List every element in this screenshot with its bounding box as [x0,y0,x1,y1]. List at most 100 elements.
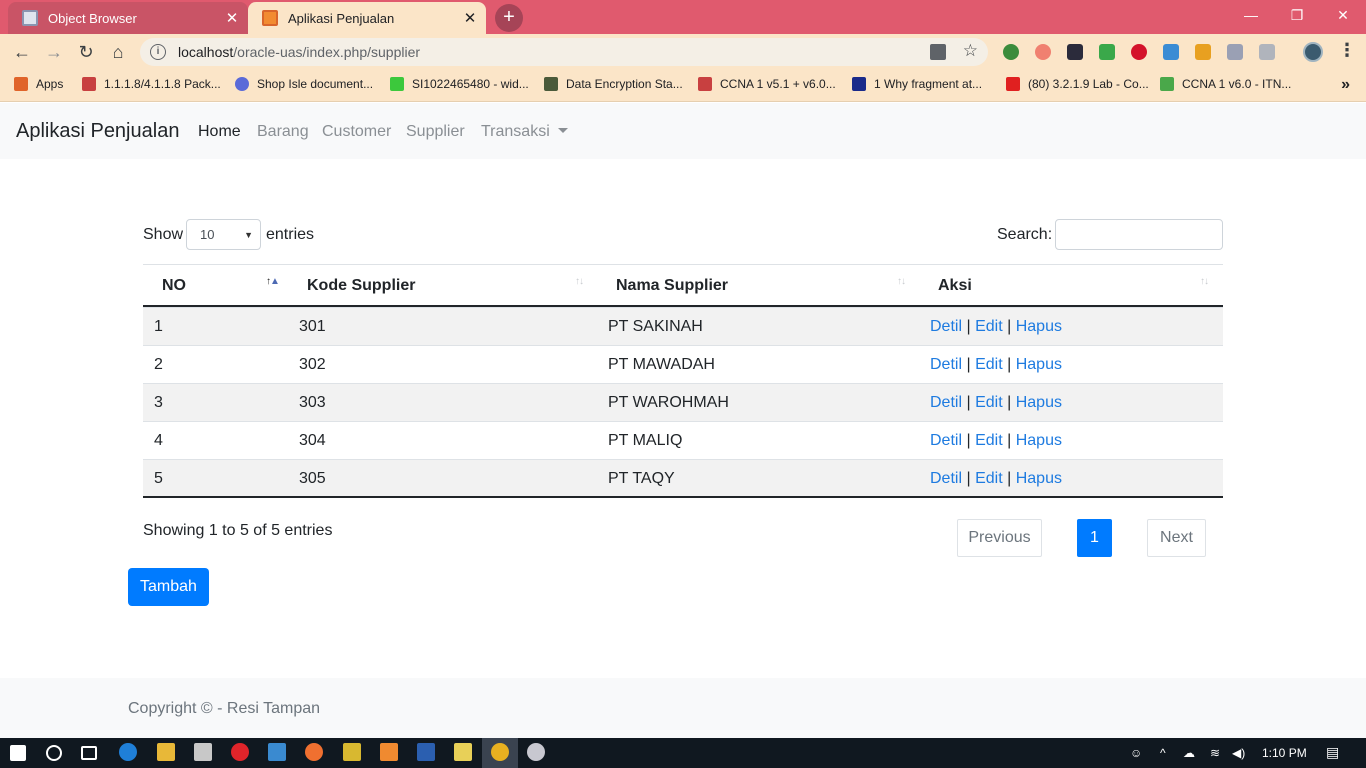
nav-transaksi-dropdown[interactable]: Transaksi [481,123,568,141]
task-view-icon[interactable] [81,746,97,760]
cell-nama: PT SAKINAH [608,318,703,335]
nav-supplier[interactable]: Supplier [406,123,465,141]
more-bookmarks-icon[interactable]: » [1341,76,1350,94]
extension-globe-icon[interactable] [1003,44,1019,60]
bookmark-item[interactable]: CCNA 1 v6.0 - ITN... [1160,77,1291,91]
virtualbox-icon[interactable] [268,743,286,761]
detil-link[interactable]: Detil [930,394,962,411]
tab-object-browser[interactable]: Object Browser ✕ [8,2,248,34]
minimize-icon[interactable]: — [1228,0,1274,30]
bookmark-star-icon[interactable]: ☆ [963,41,978,61]
volume-icon[interactable]: ◀) [1232,746,1245,760]
forward-arrow-icon[interactable]: → [40,38,68,66]
store-icon[interactable] [194,743,212,761]
previous-button[interactable]: Previous [957,519,1042,557]
hapus-link[interactable]: Hapus [1016,394,1062,411]
restore-icon[interactable]: ❐ [1274,0,1320,30]
hapus-link[interactable]: Hapus [1016,318,1062,335]
bookmark-item[interactable]: Shop Isle document... [235,77,373,91]
nav-home[interactable]: Home [198,123,241,141]
bookmark-label: Data Encryption Sta... [566,77,683,91]
bookmark-item[interactable]: Data Encryption Sta... [544,77,683,91]
new-tab-button[interactable]: + [495,4,523,32]
onedrive-cloud-icon[interactable]: ☁ [1183,746,1195,760]
app-yellow-icon[interactable] [343,743,361,761]
extension-stop-icon[interactable] [1131,44,1147,60]
bookmark-label: Shop Isle document... [257,77,374,91]
nav-customer[interactable]: Customer [322,123,391,141]
search-input[interactable] [1055,219,1223,250]
bookmark-item[interactable]: 1.1.1.8/4.1.1.8 Pack... [82,77,221,91]
column-header-kode[interactable]: Kode Supplier [307,277,415,295]
detil-link[interactable]: Detil [930,356,962,373]
edit-link[interactable]: Edit [975,318,1003,335]
extension-question-icon[interactable] [1227,44,1243,60]
extension-color-icon[interactable] [1195,44,1211,60]
profile-avatar[interactable] [1303,42,1323,62]
detil-link[interactable]: Detil [930,318,962,335]
window-close-icon[interactable]: ✕ [1320,0,1366,30]
bookmark-apps[interactable]: Apps [14,77,63,91]
nav-barang[interactable]: Barang [257,123,309,141]
bookmark-item[interactable]: (80) 3.2.1.9 Lab - Co... [1006,77,1149,91]
chrome-icon[interactable] [491,743,509,761]
extension-shield-icon[interactable] [1035,44,1051,60]
column-header-nama[interactable]: Nama Supplier [616,277,728,295]
extension-v-icon[interactable] [1067,44,1083,60]
chevron-up-icon[interactable]: ^ [1160,746,1166,760]
edit-link[interactable]: Edit [975,470,1003,487]
next-button[interactable]: Next [1147,519,1206,557]
tab-aplikasi-penjualan[interactable]: Aplikasi Penjualan ✕ [248,2,486,34]
detil-link[interactable]: Detil [930,470,962,487]
extension-infinity-icon[interactable] [1259,44,1275,60]
page-footer: Copyright © - Resi Tampan [0,678,1366,738]
info-icon[interactable]: i [150,44,166,60]
extension-check-icon[interactable] [1099,44,1115,60]
navbar-brand[interactable]: Aplikasi Penjualan [16,120,179,143]
sort-icon[interactable]: ↑↓ [575,276,584,287]
hapus-link[interactable]: Hapus [1016,470,1062,487]
sort-icon[interactable]: ↑↓ [1200,276,1209,287]
back-arrow-icon[interactable]: ← [8,38,36,66]
opera-icon[interactable] [231,743,249,761]
nav-transaksi-label: Transaksi [481,123,550,140]
edit-link[interactable]: Edit [975,432,1003,449]
column-header-no[interactable]: NO [162,277,186,295]
menu-dots-icon[interactable]: ⋮ [1338,40,1356,61]
close-icon[interactable]: ✕ [458,9,482,27]
bookmark-item[interactable]: CCNA 1 v5.1 + v6.0... [698,77,836,91]
page-1-button[interactable]: 1 [1077,519,1112,557]
file-explorer-icon[interactable] [157,743,175,761]
detil-link[interactable]: Detil [930,432,962,449]
reload-icon[interactable]: ↻ [72,38,100,66]
hapus-link[interactable]: Hapus [1016,432,1062,449]
extension-vpn-icon[interactable] [1163,44,1179,60]
address-bar[interactable]: i localhost/oracle-uas/index.php/supplie… [140,38,988,66]
notepad-icon[interactable] [454,743,472,761]
hapus-link[interactable]: Hapus [1016,356,1062,373]
xampp-icon[interactable] [380,743,398,761]
people-icon[interactable]: ☺ [1130,746,1142,760]
wifi-icon[interactable]: ≋ [1210,746,1220,760]
sort-icon[interactable]: ↑↓ [897,276,906,287]
word-icon[interactable] [417,743,435,761]
edit-link[interactable]: Edit [975,394,1003,411]
app-orange-icon[interactable] [305,743,323,761]
home-icon[interactable]: ⌂ [104,38,132,66]
edit-link[interactable]: Edit [975,356,1003,373]
translate-icon[interactable] [930,44,946,60]
sort-ascending-icon[interactable]: ↑▲ [266,276,280,287]
page-length-select[interactable]: 10 ▼ [186,219,261,250]
close-icon[interactable]: ✕ [220,9,244,27]
bookmark-item[interactable]: 1 Why fragment at... [852,77,982,91]
bookmark-item[interactable]: SI1022465480 - wid... [390,77,529,91]
taskbar-clock[interactable]: 1:10 PM [1262,746,1307,760]
tambah-button[interactable]: Tambah [128,568,209,606]
search-circle-icon[interactable] [46,745,62,761]
page-length-value: 10 [200,227,215,242]
windows-start-icon[interactable] [10,745,26,761]
paint-icon[interactable] [527,743,545,761]
edge-icon[interactable] [119,743,137,761]
column-header-aksi[interactable]: Aksi [938,277,972,295]
notification-icon[interactable]: ▤ [1326,744,1339,761]
